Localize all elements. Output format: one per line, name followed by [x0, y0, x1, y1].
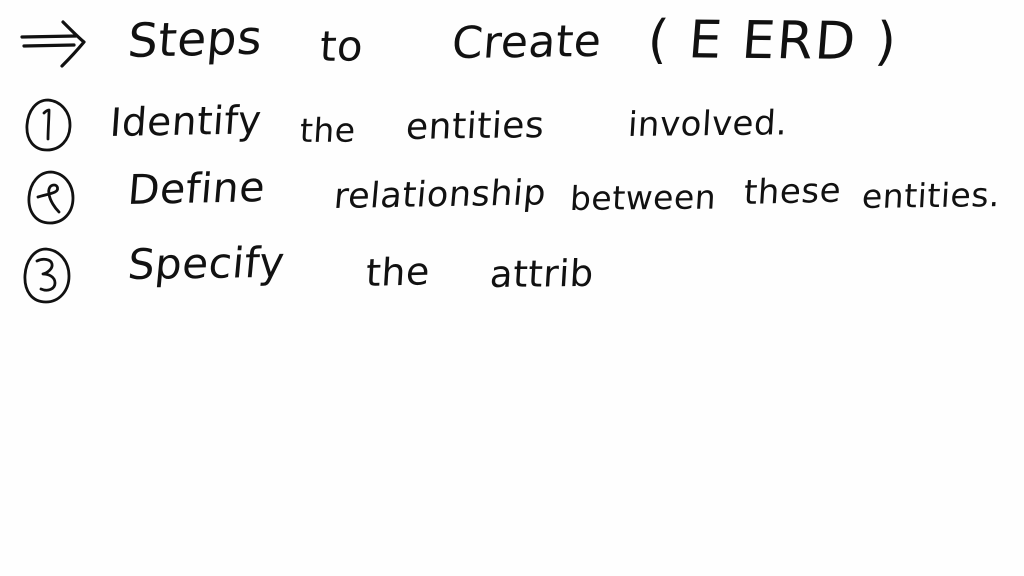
step-1-word-entities: entities — [404, 105, 546, 148]
title-word-steps: Steps — [125, 10, 265, 69]
step-3-word-attrib: attrib — [488, 251, 596, 296]
step-2-word-entities: entities. — [860, 175, 1002, 216]
handwritten-note-page: Steps to Create ( E ERD ) Identify the e… — [0, 0, 1024, 576]
step-1-word-involved: involved. — [626, 103, 789, 145]
circled-number-three-icon — [20, 246, 72, 304]
step-3-word-the: the — [364, 249, 432, 295]
circled-number-one-icon — [22, 96, 74, 154]
circled-number-two-icon — [24, 168, 76, 226]
step-2-word-these: these — [742, 170, 843, 213]
title-parenthetical-eerd: ( E ERD ) — [645, 10, 901, 73]
title-word-create: Create — [450, 15, 604, 69]
note-step-row-2: Define relationship between these entiti… — [0, 158, 1024, 232]
note-title-line: Steps to Create ( E ERD ) — [0, 0, 1024, 88]
step-1-word-identify: Identify — [108, 98, 264, 146]
step-2-word-define: Define — [126, 163, 268, 214]
note-step-row-3: Specify the attrib — [0, 232, 1024, 306]
title-word-to: to — [318, 21, 365, 71]
step-2-word-relationship: relationship — [332, 173, 548, 217]
step-3-word-specify: Specify — [125, 237, 287, 289]
note-step-row-1: Identify the entities involved. — [0, 88, 1024, 162]
blank-page-area — [0, 330, 1024, 576]
step-1-word-the: the — [298, 110, 357, 150]
double-arrow-right-icon — [18, 16, 114, 72]
step-2-word-between: between — [568, 177, 718, 218]
